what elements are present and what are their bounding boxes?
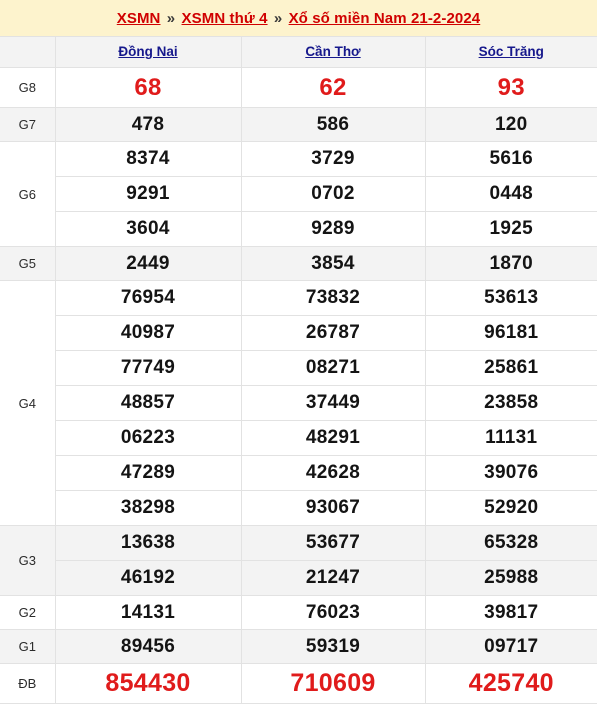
prize-label-g2: G2: [0, 595, 55, 630]
breadcrumb-link-0[interactable]: XSMN: [117, 10, 161, 27]
province-link-3[interactable]: Sóc Trăng: [479, 44, 544, 59]
table-row: G3 13638 53677 65328: [0, 525, 597, 596]
prize-number-cell: 425740: [424, 663, 597, 704]
table-body: G8 68 62 93 G7 478 586 120 G6 8374 3729 5616 9291 070…: [0, 67, 597, 704]
prize-number-cell: 76954: [54, 280, 241, 316]
prize-number-cell: 96181: [424, 315, 597, 351]
prize-number-cell: 62: [240, 67, 425, 108]
prize-label-g3: G3: [0, 525, 55, 596]
prize-label-g7: G7: [0, 107, 55, 142]
table-row: G2 14131 76023 39817: [0, 595, 597, 630]
column-header-province-1[interactable]: Đồng Nai: [54, 36, 241, 68]
prize-label-g4: G4: [0, 280, 55, 526]
prize-number-cell: 11131: [424, 420, 597, 456]
prize-number-cell: 5616: [424, 141, 597, 177]
prize-label-g1: G1: [0, 629, 55, 664]
province-link-2[interactable]: Cần Thơ: [305, 44, 360, 59]
prize-number-cell: 1925: [424, 211, 597, 247]
table-row: G4 76954 73832 53613: [0, 280, 597, 526]
prize-number-cell: 46192: [54, 560, 241, 596]
prize-number-cell: 0448: [424, 176, 597, 212]
prize-number-cell: 26787: [240, 315, 425, 351]
prize-number-cell: 14131: [54, 595, 241, 630]
prize-number-cell: 77749: [54, 350, 241, 386]
table-row: 47289 42628 39076: [0, 455, 597, 491]
prize-number-cell: 39817: [424, 595, 597, 630]
prize-number-cell: 3729: [240, 141, 425, 177]
table-row: G5 2449 3854 1870: [0, 246, 597, 281]
prize-number-cell: 09717: [424, 629, 597, 664]
prize-label-g5: G5: [0, 246, 55, 281]
prize-label-g8: G8: [0, 67, 55, 108]
prize-number-cell: 06223: [54, 420, 241, 456]
column-header-province-3[interactable]: Sóc Trăng: [424, 36, 597, 68]
prize-label-đb: ĐB: [0, 663, 55, 704]
prize-number-cell: 3854: [240, 246, 425, 281]
prize-number-cell: 65328: [424, 525, 597, 561]
prize-number-cell: 38298: [54, 490, 241, 526]
breadcrumb-bar: XSMN » XSMN thứ 4 » Xổ số miền Nam 21-2-…: [0, 0, 597, 36]
corner-cell: [0, 36, 55, 68]
prize-number-cell: 710609: [240, 663, 425, 704]
prize-number-cell: 586: [240, 107, 425, 142]
column-header-province-2[interactable]: Cần Thơ: [240, 36, 425, 68]
prize-number-cell: 21247: [240, 560, 425, 596]
table-row: 3604 9289 1925: [0, 211, 597, 247]
prize-number-cell: 25988: [424, 560, 597, 596]
table-row: ĐB 854430 710609 425740: [0, 663, 597, 704]
prize-number-cell: 25861: [424, 350, 597, 386]
prize-number-cell: 52920: [424, 490, 597, 526]
province-link-1[interactable]: Đồng Nai: [118, 44, 177, 59]
breadcrumb-link-2[interactable]: XSMN thứ 4: [182, 10, 268, 27]
table-header-row: Đồng Nai Cần Thơ Sóc Trăng: [0, 36, 597, 68]
prize-number-cell: 23858: [424, 385, 597, 421]
lottery-results-table: Đồng Nai Cần Thơ Sóc Trăng G8 68 62 93 G7 478…: [0, 36, 597, 704]
prize-number-cell: 3604: [54, 211, 241, 247]
breadcrumb: XSMN » XSMN thứ 4 » Xổ số miền Nam 21-2-…: [117, 10, 480, 27]
prize-number-cell: 53677: [240, 525, 425, 561]
prize-number-cell: 93067: [240, 490, 425, 526]
prize-number-cell: 47289: [54, 455, 241, 491]
table-row: 48857 37449 23858: [0, 385, 597, 421]
prize-number-cell: 89456: [54, 629, 241, 664]
table-row: G8 68 62 93: [0, 67, 597, 108]
prize-number-cell: 854430: [54, 663, 241, 704]
prize-number-cell: 120: [424, 107, 597, 142]
prize-number-cell: 8374: [54, 141, 241, 177]
prize-number-cell: 93: [424, 67, 597, 108]
prize-number-cell: 9291: [54, 176, 241, 212]
prize-number-cell: 478: [54, 107, 241, 142]
prize-number-cell: 48291: [240, 420, 425, 456]
prize-number-cell: 48857: [54, 385, 241, 421]
prize-number-cell: 13638: [54, 525, 241, 561]
prize-number-cell: 0702: [240, 176, 425, 212]
prize-number-cell: 42628: [240, 455, 425, 491]
prize-number-cell: 39076: [424, 455, 597, 491]
prize-number-cell: 40987: [54, 315, 241, 351]
prize-number-cell: 59319: [240, 629, 425, 664]
prize-number-cell: 1870: [424, 246, 597, 281]
table-row: 77749 08271 25861: [0, 350, 597, 386]
prize-label-g6: G6: [0, 141, 55, 247]
prize-number-cell: 68: [54, 67, 241, 108]
prize-number-cell: 08271: [240, 350, 425, 386]
table-row: 06223 48291 11131: [0, 420, 597, 456]
prize-number-cell: 2449: [54, 246, 241, 281]
prize-number-cell: 76023: [240, 595, 425, 630]
prize-number-cell: 37449: [240, 385, 425, 421]
breadcrumb-separator-3: »: [273, 9, 283, 27]
table-row: G7 478 586 120: [0, 107, 597, 142]
table-row: 40987 26787 96181: [0, 315, 597, 351]
breadcrumb-link-4[interactable]: Xổ số miền Nam 21-2-2024: [289, 10, 481, 27]
table-row: 38298 93067 52920: [0, 490, 597, 526]
prize-number-cell: 73832: [240, 280, 425, 316]
prize-number-cell: 53613: [424, 280, 597, 316]
prize-number-cell: 9289: [240, 211, 425, 247]
table-row: 9291 0702 0448: [0, 176, 597, 212]
table-row: 46192 21247 25988: [0, 560, 597, 596]
table-row: G1 89456 59319 09717: [0, 629, 597, 664]
table-row: G6 8374 3729 5616: [0, 141, 597, 247]
breadcrumb-separator-1: »: [166, 9, 176, 27]
